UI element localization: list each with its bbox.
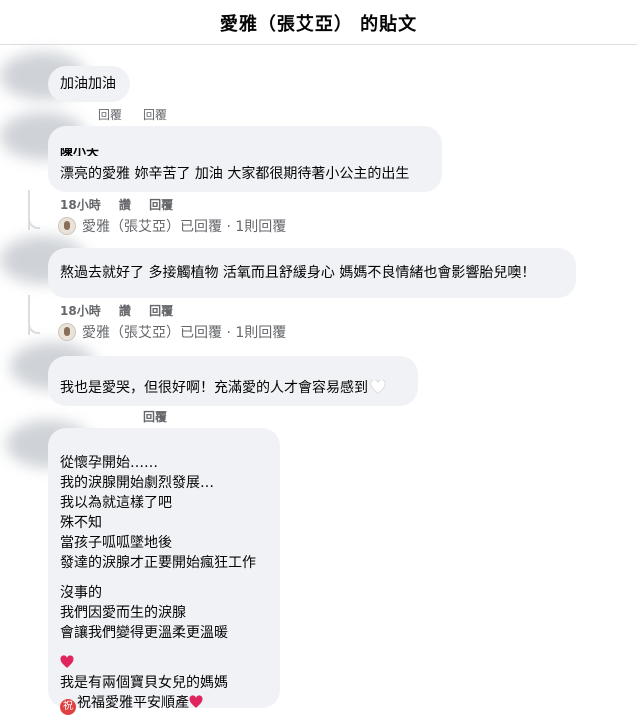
comment-time[interactable]: 18小時 [60, 198, 101, 212]
replier-avatar [58, 217, 76, 235]
comment-paragraph: 沒事的 我們因愛而生的淚腺 會讓我們變得更溫柔更溫暖 [60, 583, 268, 643]
comment-line: 沒事的 [60, 585, 102, 601]
reply-button-label[interactable]: 回覆 [143, 106, 181, 123]
comment-line: 我是有兩個寶貝女兒的媽媽 [60, 675, 228, 691]
comment-bubble: 熬過去就好了 多接觸植物 活氧而且舒緩身心 媽媽不良情緒也會影響胎兒噢！ [48, 248, 576, 298]
reply-summary: 愛雅（張艾亞）已回覆 · 1則回覆 [82, 219, 287, 235]
comment-text: 熬過去就好了 多接觸植物 活氧而且舒緩身心 媽媽不良情緒也會影響胎兒噢！ [60, 265, 536, 281]
comment-line: 我以為就這樣了吧 [60, 495, 172, 511]
comment-actions: 18小時 讚 回覆 [60, 302, 187, 319]
comment-actions: 18小時 讚 回覆 [60, 196, 187, 213]
comment-bubble: 加油加油 [48, 66, 130, 102]
comment-line: 我們因愛而生的淚腺 [60, 605, 186, 621]
like-button[interactable]: 讚 [119, 198, 131, 212]
comment-time[interactable]: 18小時 [60, 304, 101, 318]
post-header: 愛雅（張艾亞） 的貼文 [0, 0, 637, 45]
view-replies-link[interactable]: 愛雅（張艾亞）已回覆 · 1則回覆 [58, 216, 286, 236]
comment-line: 我的淚腺開始劇烈發展… [60, 475, 214, 491]
comment-bubble: 陳小天 漂亮的愛雅 妳辛苦了 加油 大家都很期待著小公主的出生 [48, 126, 442, 192]
comment-bubble: 我也是愛哭，但很好啊！充滿愛的人才會容易感到 [48, 356, 418, 406]
reply-summary: 愛雅（張艾亞）已回覆 · 1則回覆 [82, 325, 287, 341]
comment-line: 祝祝福愛雅平安順產 [60, 693, 268, 715]
congratulations-emoji-icon: 祝 [60, 699, 76, 715]
comment-line: 當孩子呱呱墜地後 [60, 535, 172, 551]
comment-line: 會讓我們變得更溫柔更溫暖 [60, 625, 228, 641]
red-heart-icon [60, 655, 74, 668]
comment-text: 加油加油 [60, 76, 116, 92]
comment-line: 從懷孕開始…… [60, 455, 158, 471]
reply-button[interactable]: 回覆 [143, 410, 167, 424]
comment-line: 殊不知 [60, 515, 102, 531]
comment-paragraph: 從懷孕開始…… 我的淚腺開始劇烈發展… 我以為就這樣了吧 殊不知 當孩子呱呱墜地… [60, 453, 268, 573]
comment-text: 漂亮的愛雅 妳辛苦了 加油 大家都很期待著小公主的出生 [60, 166, 410, 182]
reply-button[interactable]: 回覆 [149, 198, 173, 212]
comment-author[interactable]: 陳小天 [60, 148, 99, 156]
like-button[interactable]: 讚 [119, 304, 131, 318]
red-heart-icon [189, 695, 203, 708]
comment-paragraph: 我是有兩個寶貝女兒的媽媽 祝祝福愛雅平安順產 [60, 653, 268, 715]
page-title: 愛雅（張艾亞） 的貼文 [219, 14, 418, 35]
comment-line [60, 653, 268, 673]
comment-actions: 回覆 [60, 106, 136, 123]
reply-button[interactable]: 回覆 [98, 108, 122, 122]
comment-line: 發達的淚腺才正要開始瘋狂工作 [60, 555, 256, 571]
comment-actions: 回覆 [143, 408, 181, 425]
comment-text: 我也是愛哭，但很好啊！充滿愛的人才會容易感到 [60, 378, 406, 398]
view-replies-link[interactable]: 愛雅（張艾亞）已回覆 · 1則回覆 [58, 322, 286, 342]
white-heart-icon [370, 380, 386, 394]
comment-bubble: 從懷孕開始…… 我的淚腺開始劇烈發展… 我以為就這樣了吧 殊不知 當孩子呱呱墜地… [48, 428, 280, 715]
replier-avatar [58, 323, 76, 341]
reply-button[interactable]: 回覆 [149, 304, 173, 318]
